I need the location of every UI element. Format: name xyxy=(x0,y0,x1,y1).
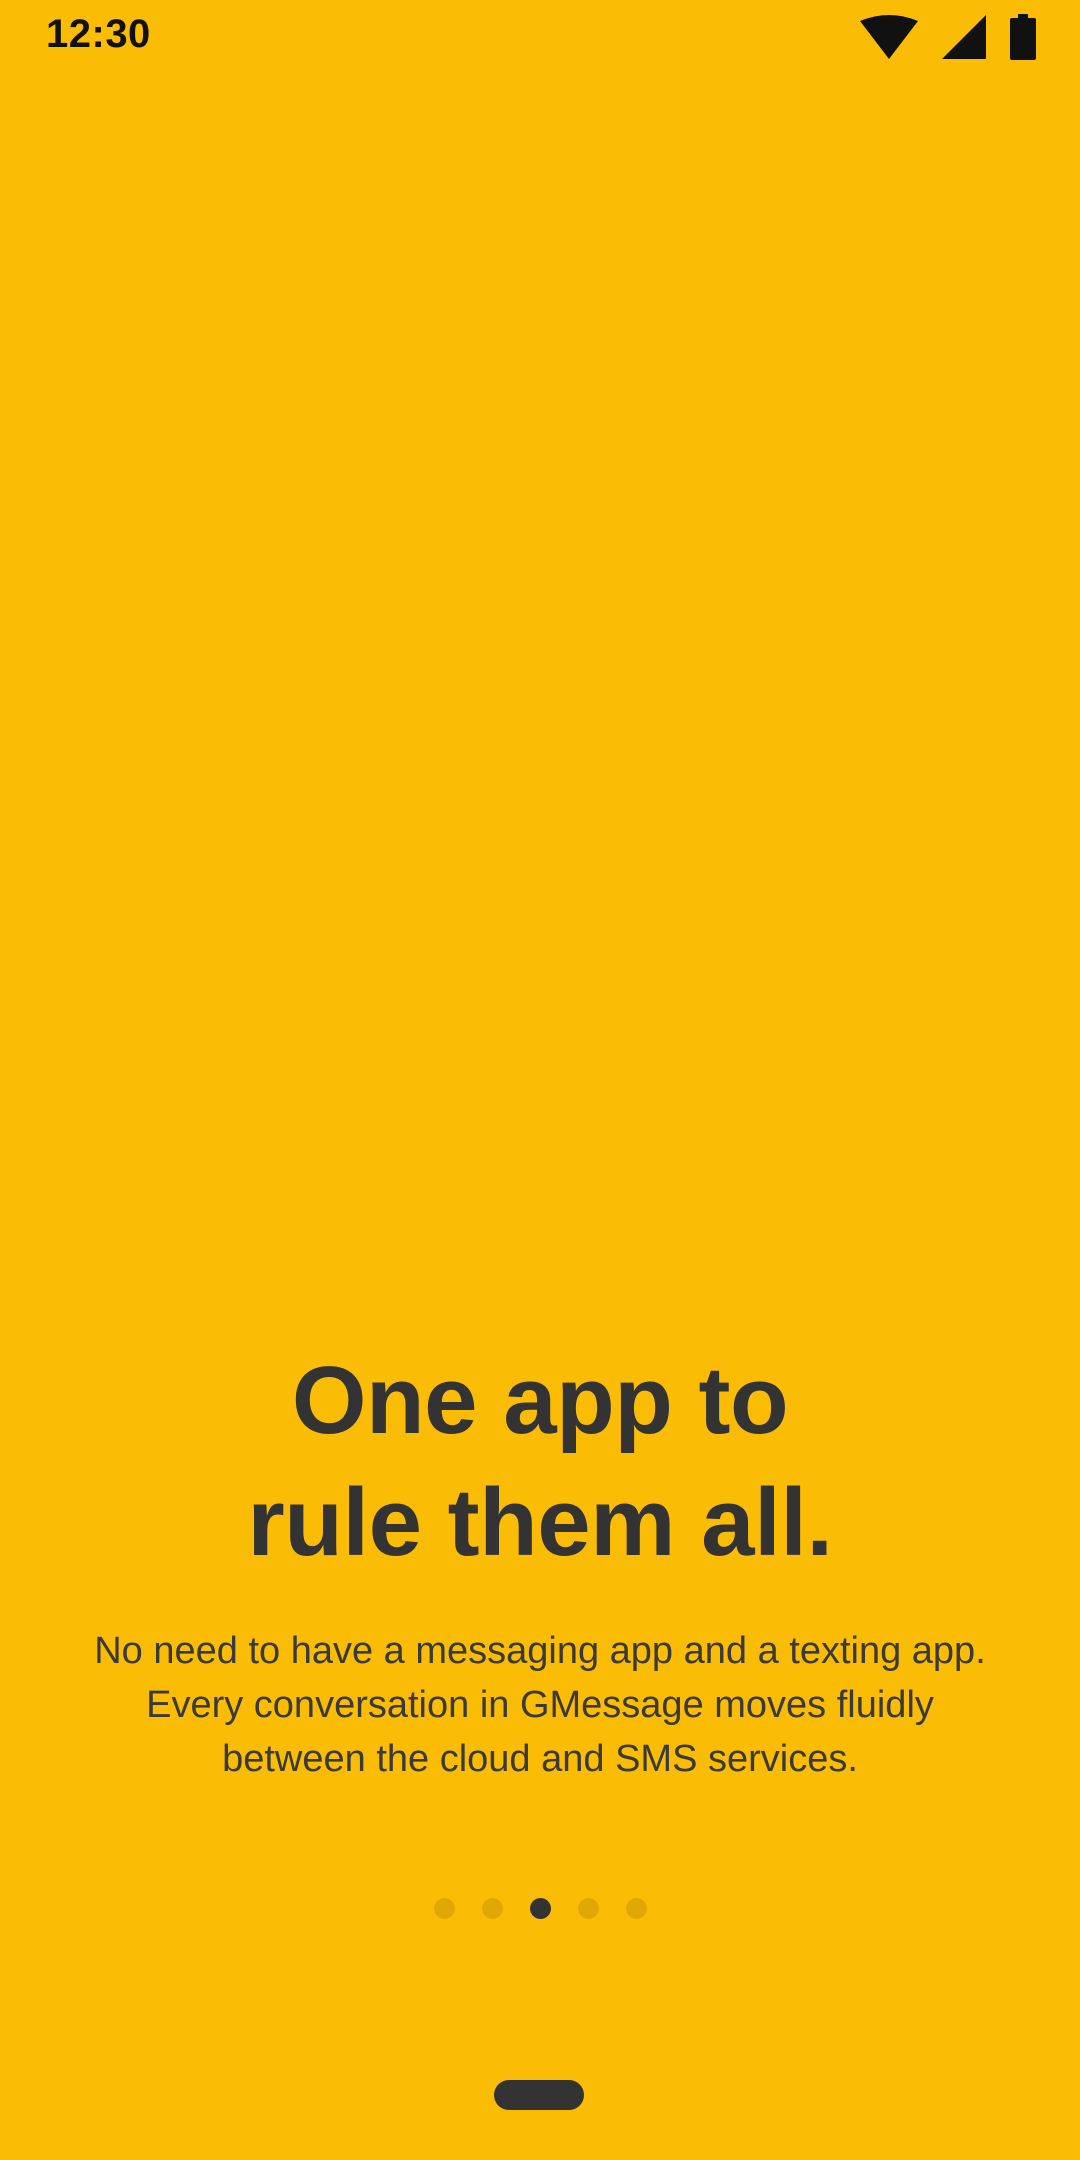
battery-icon xyxy=(1010,14,1036,60)
page-dot-5[interactable] xyxy=(625,1898,647,1919)
onboarding-content: One app to rule them all. No need to hav… xyxy=(0,1340,1080,1786)
page-dot-4[interactable] xyxy=(577,1898,599,1919)
onboarding-description: No need to have a messaging app and a te… xyxy=(94,1630,986,1780)
headline-line-2: rule them all. xyxy=(247,1469,833,1576)
page-dot-1[interactable] xyxy=(433,1898,455,1919)
page-dot-3-active[interactable] xyxy=(529,1898,551,1919)
home-gesture-pill[interactable] xyxy=(494,2080,584,2110)
cell-signal-icon xyxy=(942,15,986,59)
wifi-icon xyxy=(860,15,918,59)
status-time: 12:30 xyxy=(46,12,151,56)
page-indicator[interactable] xyxy=(0,1898,1080,1919)
onboarding-screen: 12:30 One app to rule them all. No need … xyxy=(0,0,1080,2160)
headline-line-1: One app to xyxy=(291,1347,789,1454)
status-icons xyxy=(860,14,1036,60)
status-bar: 12:30 xyxy=(0,0,1080,72)
page-dot-2[interactable] xyxy=(481,1898,503,1919)
onboarding-headline: One app to rule them all. xyxy=(90,1340,990,1584)
